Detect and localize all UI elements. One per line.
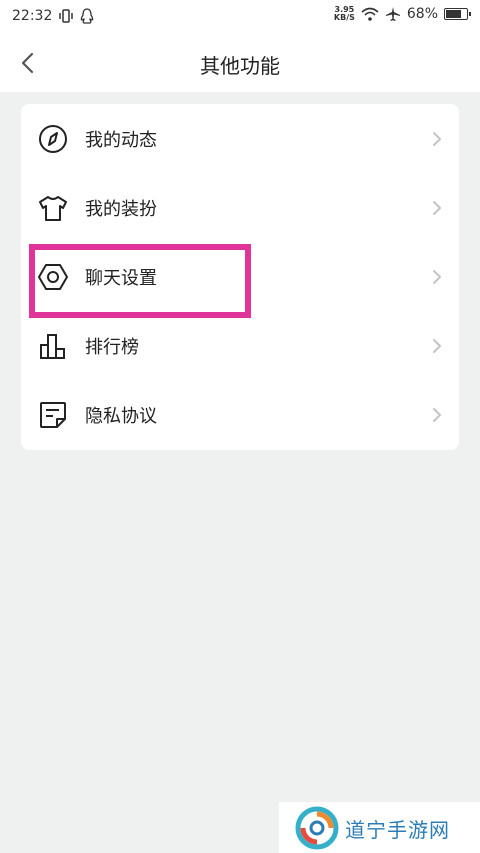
wifi-icon [361,7,379,21]
highlight-annotation [29,244,251,318]
menu-item-leaderboard[interactable]: 排行榜 [21,311,459,380]
status-time: 22:32 [12,8,53,24]
watermark-text: 道宁手游网 [345,818,450,842]
document-icon [40,402,66,428]
menu-item-label: 排行榜 [85,337,139,358]
page-title: 其他功能 [200,54,280,78]
network-speed: 3.95 KB/S [334,6,355,22]
chevron-right-icon [433,408,441,422]
battery-icon [444,8,471,20]
menu-item-my-outfit[interactable]: 我的装扮 [21,173,459,242]
status-bar: 22:32 3.95 KB/S 68% [0,0,480,34]
site-logo-icon [295,806,339,850]
status-left-icons [58,8,94,24]
chevron-right-icon [433,201,441,215]
chevron-right-icon [433,132,441,146]
menu-item-label: 我的装扮 [85,199,157,220]
tshirt-icon [39,196,67,221]
status-right: 3.95 KB/S 68% [334,6,471,22]
battery-percent: 68% [406,6,438,22]
airplane-mode-icon [385,7,400,21]
watermark: 道宁手游网 [279,802,480,853]
network-speed-unit: KB/S [333,13,355,22]
chevron-right-icon [433,270,441,284]
qq-icon [80,8,94,24]
menu-item-label: 隐私协议 [85,406,157,427]
vibrate-icon [59,9,73,23]
title-bar: 其他功能 [0,34,480,92]
menu-item-label: 我的动态 [85,130,157,151]
battery-fill [446,10,461,18]
menu-item-my-moments[interactable]: 我的动态 [21,104,459,173]
bar-chart-icon [40,334,65,359]
menu-item-privacy-policy[interactable]: 隐私协议 [21,380,459,449]
chevron-right-icon [433,339,441,353]
compass-icon [39,125,67,153]
